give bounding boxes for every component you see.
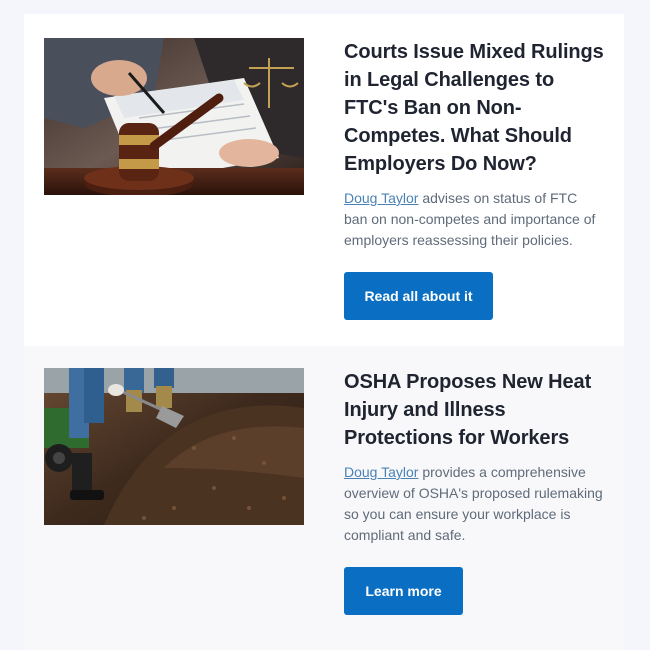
- gavel-and-contract-photo[interactable]: [44, 38, 304, 195]
- article-content: Courts Issue Mixed Rulings in Legal Chal…: [344, 38, 604, 322]
- learn-more-button[interactable]: Learn more: [344, 567, 463, 615]
- workers-shoveling-mulch-photo[interactable]: [44, 368, 304, 525]
- article-title[interactable]: Courts Issue Mixed Rulings in Legal Chal…: [344, 38, 604, 178]
- author-link[interactable]: Doug Taylor: [344, 464, 418, 480]
- article-description: Doug Taylor provides a comprehensive ove…: [344, 462, 604, 546]
- article-title[interactable]: OSHA Proposes New Heat Injury and Illnes…: [344, 368, 604, 452]
- article-content: OSHA Proposes New Heat Injury and Illnes…: [344, 368, 604, 626]
- article-card-ftc: Courts Issue Mixed Rulings in Legal Chal…: [24, 14, 624, 346]
- newsletter-container: Courts Issue Mixed Rulings in Legal Chal…: [24, 14, 624, 650]
- article-card-osha: OSHA Proposes New Heat Injury and Illnes…: [24, 346, 624, 650]
- author-link[interactable]: Doug Taylor: [344, 190, 418, 206]
- article-description: Doug Taylor advises on status of FTC ban…: [344, 188, 604, 251]
- read-all-about-it-button[interactable]: Read all about it: [344, 272, 493, 320]
